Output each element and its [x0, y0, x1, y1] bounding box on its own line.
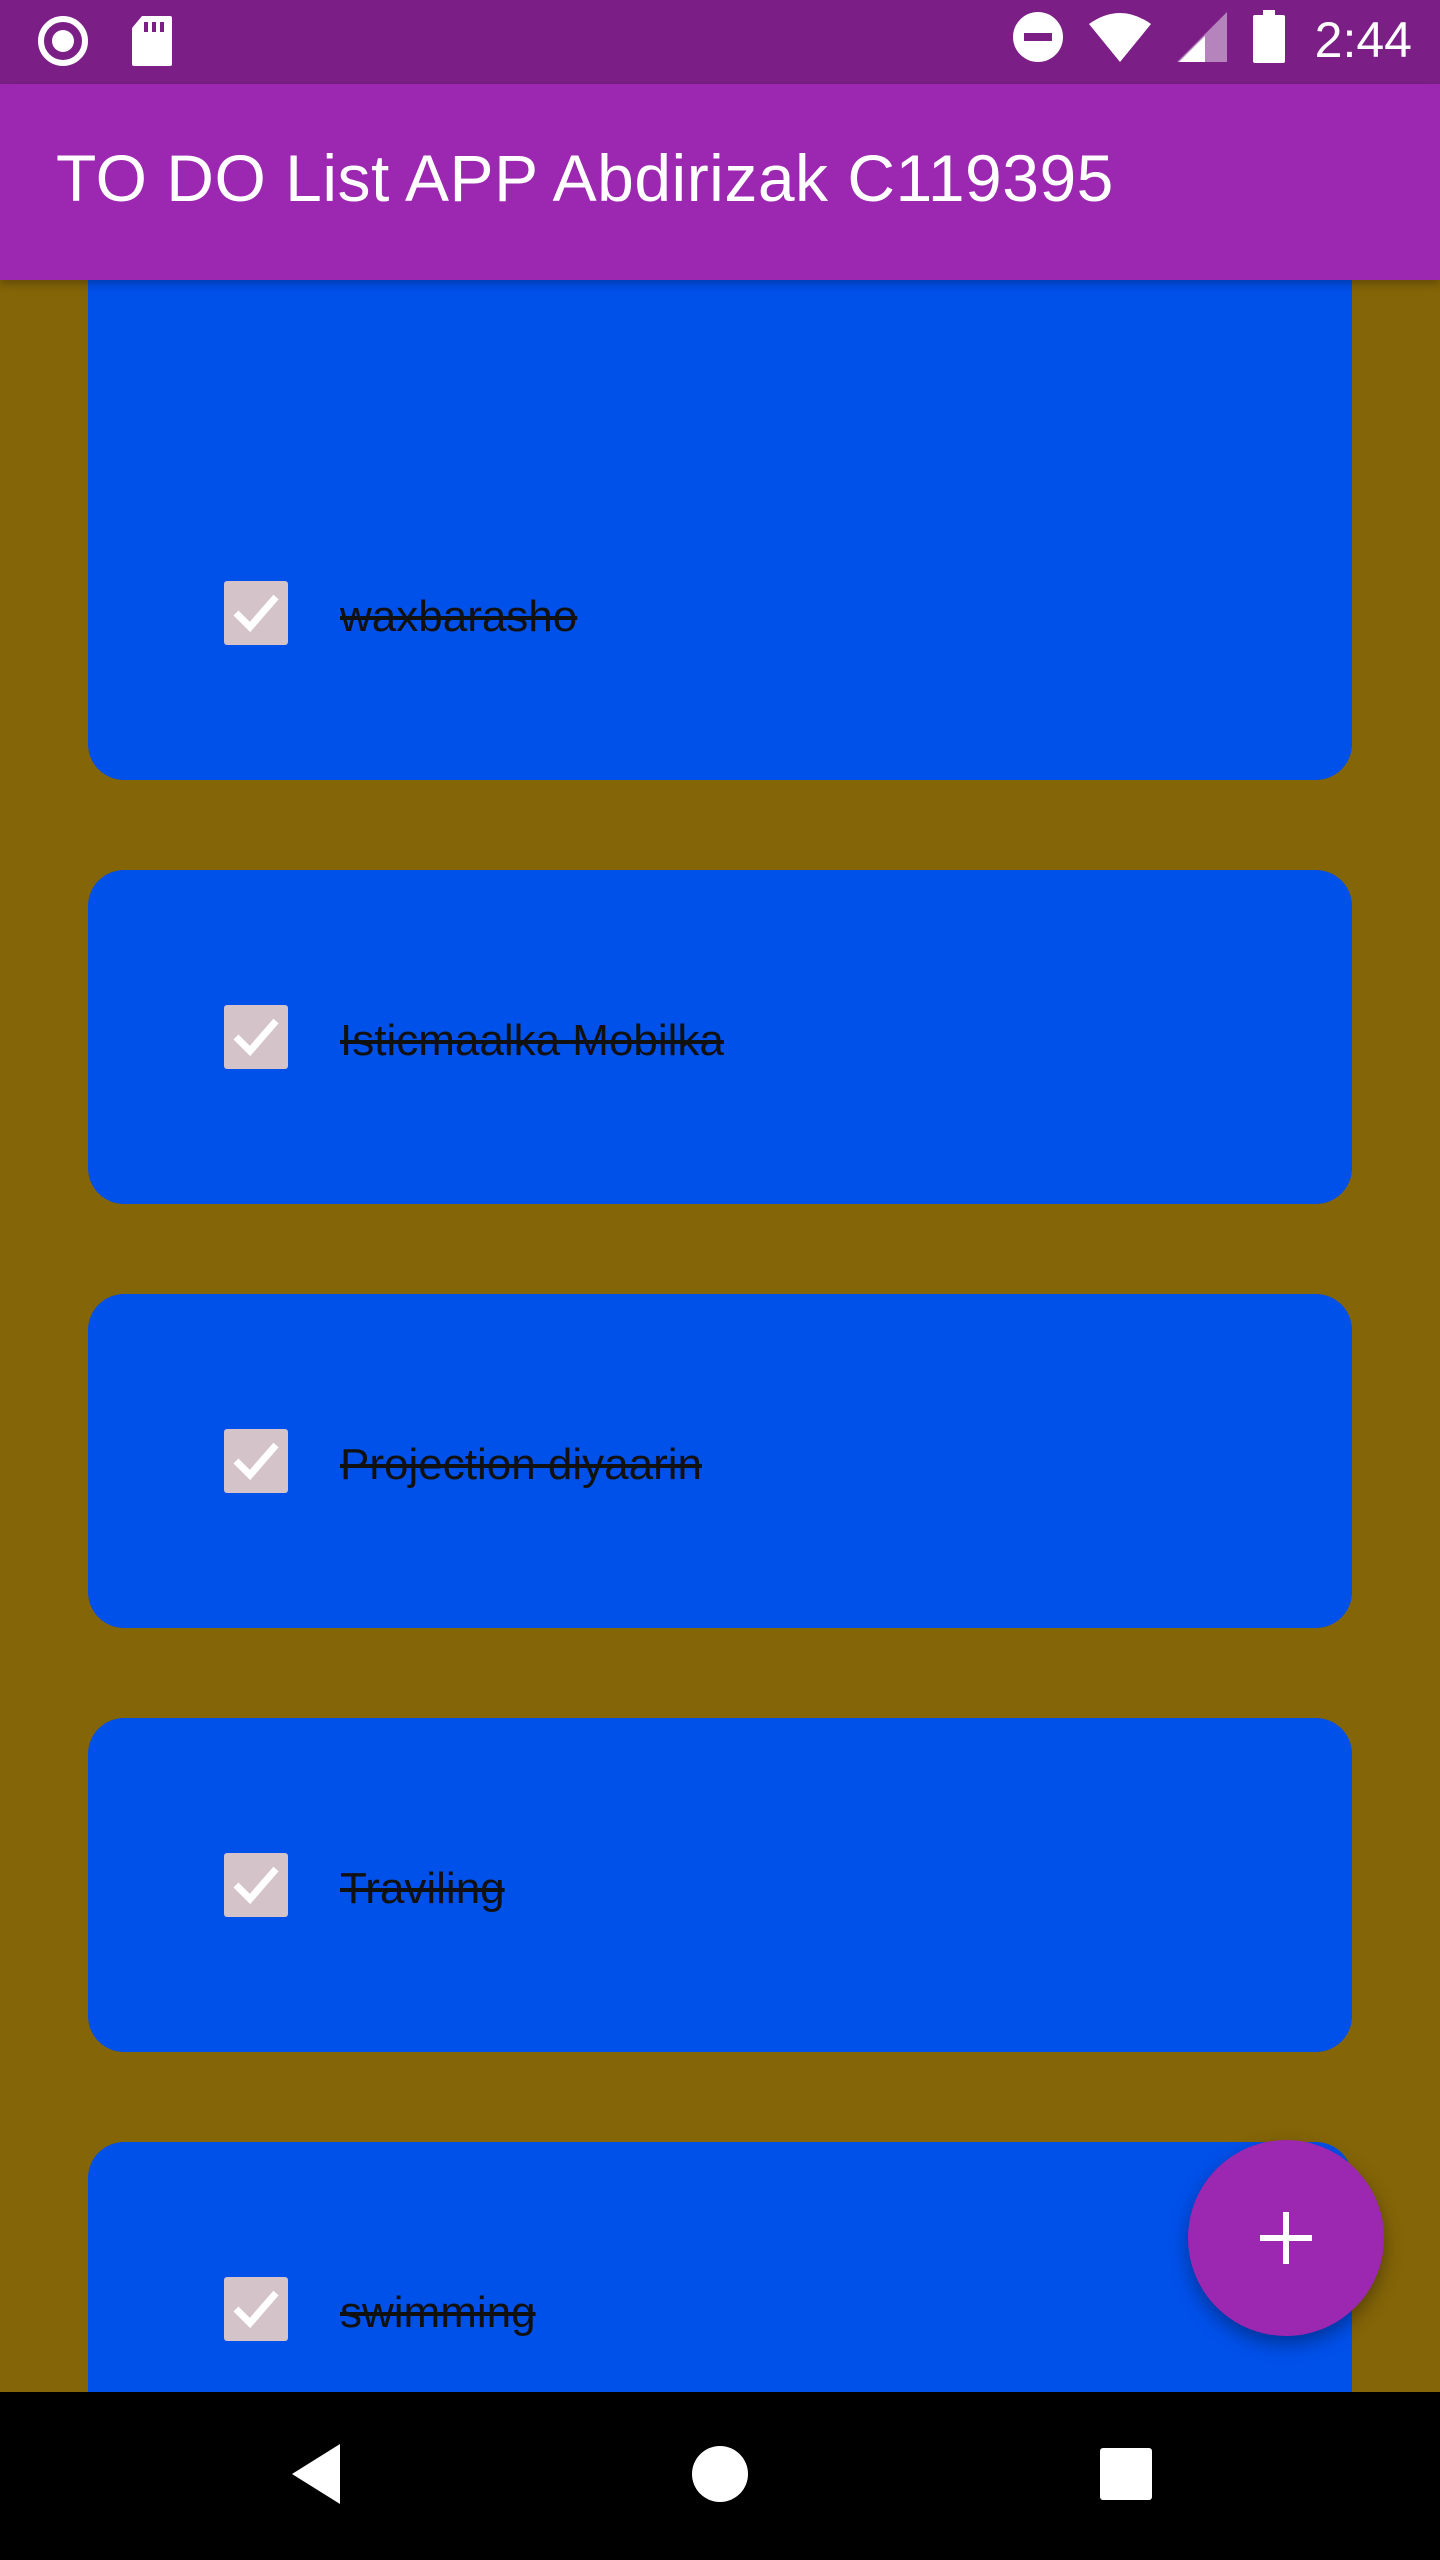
page-title: TO DO List APP Abdirizak C119395: [56, 141, 1114, 215]
task-label: Projection diyaarin: [340, 1440, 702, 1489]
task-checkbox[interactable]: [224, 1853, 288, 1917]
task-checkbox[interactable]: [224, 581, 288, 645]
task-checkbox[interactable]: [224, 2277, 288, 2341]
task-label: swimming: [340, 2288, 536, 2337]
status-bar: 2:44: [0, 0, 1440, 84]
back-triangle-icon[interactable]: [288, 2442, 344, 2511]
task-label: Isticmaalka Mobilka: [340, 1016, 724, 1065]
battery-icon: [1251, 10, 1287, 69]
cell-signal-icon: [1175, 10, 1229, 69]
task-card[interactable]: Isticmaalka Mobilka: [88, 870, 1352, 1204]
task-card[interactable]: Projection diyaarin: [88, 1294, 1352, 1628]
app-bar: TO DO List APP Abdirizak C119395: [0, 84, 1440, 280]
home-circle-icon[interactable]: [690, 2442, 750, 2511]
wifi-icon: [1087, 10, 1153, 69]
navigation-bar: [0, 2392, 1440, 2560]
sd-card-icon: [130, 14, 174, 73]
plus-icon: [1260, 2212, 1312, 2264]
task-card[interactable]: swimming: [88, 2142, 1352, 2392]
status-time: 2:44: [1314, 11, 1412, 68]
task-card[interactable]: Traviling: [88, 1718, 1352, 2052]
task-checkbox[interactable]: [224, 1005, 288, 1069]
task-checkbox[interactable]: [224, 1429, 288, 1493]
task-list[interactable]: waxbarasho Isticmaalka Mobilka Projectio…: [0, 280, 1440, 2392]
notification-circle-icon: [36, 14, 90, 73]
task-label: waxbarasho: [340, 592, 578, 641]
do-not-disturb-icon: [1011, 10, 1065, 69]
task-label: Traviling: [340, 1864, 505, 1913]
recents-square-icon[interactable]: [1098, 2442, 1154, 2511]
add-task-button[interactable]: [1188, 2140, 1384, 2336]
task-card[interactable]: waxbarasho: [88, 446, 1352, 780]
